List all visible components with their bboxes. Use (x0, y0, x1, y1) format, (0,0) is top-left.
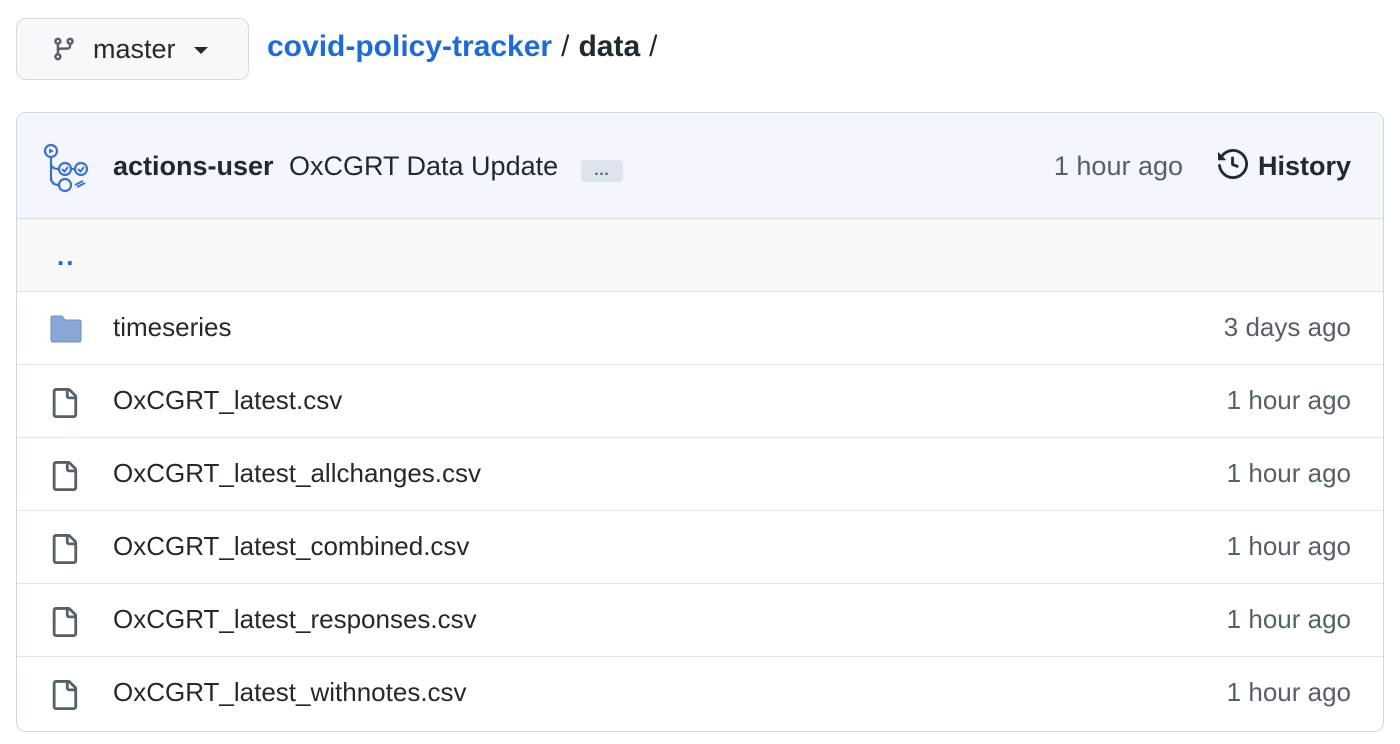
file-icon (49, 387, 83, 418)
latest-commit-bar: actions-user OxCGRT Data Update … 1 hour… (17, 113, 1383, 219)
file-icon (49, 606, 83, 637)
file-name-link[interactable]: OxCGRT_latest_withnotes.csv (113, 677, 467, 708)
history-label: History (1257, 151, 1351, 181)
parent-directory-row[interactable]: .. (17, 219, 1383, 292)
file-updated-time: 1 hour ago (1226, 385, 1351, 415)
folder-row[interactable]: timeseries 3 days ago (17, 292, 1383, 365)
commit-message-link[interactable]: OxCGRT Data Update (289, 151, 558, 182)
breadcrumb: covid-policy-tracker / data / (267, 30, 666, 64)
file-updated-time: 1 hour ago (1226, 604, 1351, 634)
file-updated-time: 3 days ago (1223, 312, 1351, 342)
file-updated-time: 1 hour ago (1226, 531, 1351, 561)
file-name-link[interactable]: OxCGRT_latest_allchanges.csv (113, 458, 481, 489)
file-name-link[interactable]: timeseries (113, 312, 231, 343)
file-name-link[interactable]: OxCGRT_latest_combined.csv (113, 531, 469, 562)
file-row[interactable]: OxCGRT_latest_combined.csv 1 hour ago (17, 511, 1383, 584)
file-row[interactable]: OxCGRT_latest.csv 1 hour ago (17, 365, 1383, 438)
caret-down-icon (193, 46, 208, 55)
file-listing: actions-user OxCGRT Data Update … 1 hour… (16, 112, 1384, 732)
breadcrumb-separator: / (561, 30, 570, 63)
file-updated-time: 1 hour ago (1226, 677, 1351, 707)
history-button[interactable]: History (1217, 148, 1351, 184)
folder-icon (49, 314, 83, 344)
breadcrumb-trailing-separator: / (649, 30, 658, 63)
parent-directory-link[interactable]: .. (57, 241, 75, 272)
file-icon (49, 460, 83, 491)
history-icon (1217, 148, 1248, 184)
file-updated-time: 1 hour ago (1226, 458, 1351, 488)
file-row[interactable]: OxCGRT_latest_allchanges.csv 1 hour ago (17, 438, 1383, 511)
file-name-link[interactable]: OxCGRT_latest.csv (113, 385, 342, 416)
git-branch-icon (51, 35, 77, 63)
commit-author-link[interactable]: actions-user (113, 151, 274, 182)
file-row[interactable]: OxCGRT_latest_responses.csv 1 hour ago (17, 584, 1383, 657)
file-icon (49, 533, 83, 564)
file-icon (49, 679, 83, 710)
branch-name: master (93, 33, 176, 64)
breadcrumb-current-dir: data (578, 30, 641, 63)
commit-timestamp: 1 hour ago (1053, 151, 1183, 181)
file-name-link[interactable]: OxCGRT_latest_responses.csv (113, 604, 477, 635)
breadcrumb-repo-link[interactable]: covid-policy-tracker (267, 30, 552, 64)
file-row[interactable]: OxCGRT_latest_withnotes.csv 1 hour ago (17, 657, 1383, 730)
github-actions-avatar[interactable] (41, 141, 93, 193)
commit-expand-button[interactable]: … (581, 160, 623, 182)
branch-selector-button[interactable]: master (16, 18, 249, 80)
